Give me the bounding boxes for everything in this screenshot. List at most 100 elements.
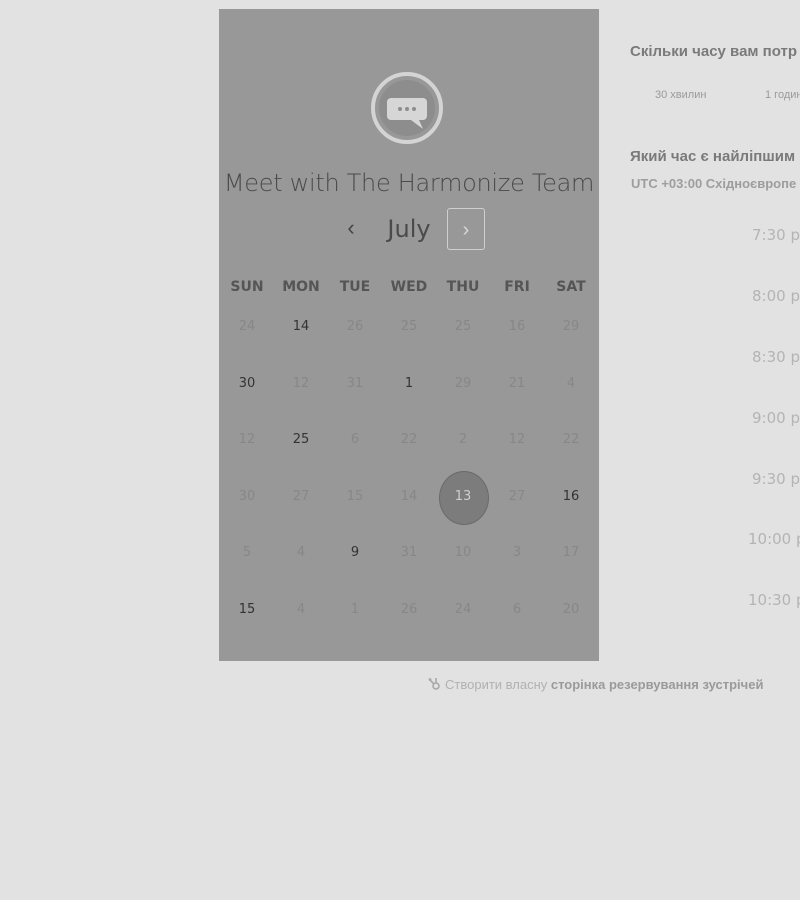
footer-prefix: Створити власну <box>445 677 551 692</box>
calendar-day-number: 13 <box>454 488 472 504</box>
duration-question: Скільки часу вам потр <box>630 43 798 60</box>
timezone-selector[interactable]: UTC +03:00 Східноєвропе <box>631 176 796 191</box>
calendar-day: 21 <box>490 356 544 413</box>
calendar-day: 17 <box>544 525 598 582</box>
calendar-week: 15 4 1 26 24 6 20 <box>219 582 599 639</box>
calendar-day: 26 <box>382 582 436 639</box>
calendar-day-number: 26 <box>346 319 364 334</box>
calendar-day-number: 14 <box>292 319 310 334</box>
time-slot[interactable]: 9:30 p <box>752 470 800 488</box>
month-navigation: ‹ July › <box>219 207 599 253</box>
calendar-week: 24 14 26 25 25 16 29 <box>219 299 599 356</box>
calendar-day-number: 16 <box>508 319 526 334</box>
calendar-day[interactable]: 1 <box>382 356 436 413</box>
time-slot[interactable]: 10:30 p <box>748 591 800 609</box>
weekday-label: TUE <box>339 279 371 295</box>
weekday-label: WED <box>390 279 428 295</box>
calendar-day-number: 30 <box>238 375 256 391</box>
calendar-day-number: 31 <box>346 375 364 391</box>
calendar-day[interactable]: 15 <box>220 582 274 639</box>
time-slot[interactable]: 8:00 p <box>752 287 800 305</box>
team-title: Meet with The Harmonize Team <box>223 169 595 197</box>
calendar-week: 5 4 9 31 10 3 17 <box>219 525 599 582</box>
calendar-day-number: 21 <box>508 375 526 391</box>
calendar-day-number: 15 <box>346 488 364 504</box>
calendar-day: 14 <box>382 469 436 526</box>
calendar-day: 29 <box>544 299 598 356</box>
calendar-day-number: 2 <box>458 432 468 448</box>
calendar-day-number: 9 <box>350 545 360 561</box>
weekday-label: THU <box>446 279 480 295</box>
calendar-day: 25 <box>436 299 490 356</box>
prev-month-button[interactable]: ‹ <box>336 213 366 243</box>
calendar-day-number: 25 <box>400 319 418 334</box>
time-question: Який час є найліпшим <box>630 148 796 165</box>
calendar-day-number: 3 <box>512 545 522 561</box>
calendar-day-number: 31 <box>400 545 418 561</box>
calendar-day[interactable]: 25 <box>274 412 328 469</box>
calendar-day-number: 12 <box>508 432 526 448</box>
calendar-day: 26 <box>328 299 382 356</box>
calendar-day: 27 <box>274 469 328 526</box>
booking-page: Meet with The Harmonize Team ‹ July › SU… <box>0 0 800 900</box>
calendar-day: 29 <box>436 356 490 413</box>
time-slot[interactable]: 9:00 p <box>752 409 800 427</box>
time-slot[interactable]: 7:30 p <box>752 226 800 244</box>
calendar-day-number: 1 <box>350 601 360 617</box>
hubspot-sprocket-icon <box>428 678 440 690</box>
next-month-button[interactable]: › <box>447 208 485 250</box>
calendar-day-number: 4 <box>296 545 306 561</box>
calendar-day: 30 <box>220 469 274 526</box>
time-slot[interactable]: 8:30 p <box>752 348 800 366</box>
calendar-week: 30 12 31 1 29 21 4 <box>219 356 599 413</box>
calendar-card: Meet with The Harmonize Team ‹ July › SU… <box>219 9 599 661</box>
calendar-day: 5 <box>220 525 274 582</box>
calendar-day[interactable]: 9 <box>328 525 382 582</box>
calendar-day[interactable]: 16 <box>544 469 598 526</box>
calendar-day-number: 10 <box>454 545 472 561</box>
calendar-day: 22 <box>382 412 436 469</box>
calendar-day[interactable]: 30 <box>220 356 274 413</box>
calendar-week: 30 27 15 14 13 27 16 <box>219 469 599 526</box>
calendar-day-number: 1 <box>404 375 414 391</box>
calendar-day: 31 <box>382 525 436 582</box>
calendar-day: 24 <box>220 299 274 356</box>
calendar-day: 3 <box>490 525 544 582</box>
calendar-day-number: 15 <box>238 601 256 617</box>
duration-option-1hour[interactable]: 1 годин <box>765 89 800 101</box>
calendar-day: 4 <box>274 582 328 639</box>
weekday-label: MON <box>282 279 320 295</box>
chat-bubble-icon <box>371 72 443 144</box>
calendar-day: 27 <box>490 469 544 526</box>
calendar-day-number: 25 <box>292 432 310 448</box>
calendar-day-selected[interactable]: 13 <box>436 469 490 526</box>
weekday-header: SUN MON TUE WED THU FRI SAT <box>219 279 600 299</box>
calendar-day[interactable]: 14 <box>274 299 328 356</box>
calendar-day: 6 <box>328 412 382 469</box>
time-slot[interactable]: 10:00 p <box>748 530 800 548</box>
calendar-day: 16 <box>490 299 544 356</box>
footer-link-text[interactable]: сторінка резервування зустрічей <box>551 677 764 692</box>
calendar-day-number: 22 <box>400 432 418 448</box>
calendar-day: 25 <box>382 299 436 356</box>
calendar-day: 2 <box>436 412 490 469</box>
calendar-day-number: 14 <box>400 488 418 504</box>
weekday-label: FRI <box>504 279 530 295</box>
footer-create-link[interactable]: Створити власну сторінка резервування зу… <box>428 677 763 692</box>
month-label: July <box>387 215 431 243</box>
calendar-day: 22 <box>544 412 598 469</box>
calendar-day-number: 6 <box>512 601 522 617</box>
calendar-day-number: 30 <box>238 488 256 504</box>
calendar-day-number: 5 <box>242 545 252 561</box>
duration-option-30min[interactable]: 30 хвилин <box>655 89 706 101</box>
calendar-grid: 24 14 26 25 25 16 29 30 12 31 1 29 21 4 12 25 6 22 2 12 22 30… <box>219 299 599 639</box>
calendar-day: 4 <box>544 356 598 413</box>
calendar-day: 12 <box>220 412 274 469</box>
calendar-day-number: 27 <box>508 488 526 504</box>
weekday-label: SUN <box>230 279 264 295</box>
calendar-day-number: 25 <box>454 319 472 334</box>
weekday-label: SAT <box>556 279 586 295</box>
calendar-day-number: 22 <box>562 432 580 448</box>
calendar-day-number: 4 <box>296 601 306 617</box>
calendar-day: 1 <box>328 582 382 639</box>
